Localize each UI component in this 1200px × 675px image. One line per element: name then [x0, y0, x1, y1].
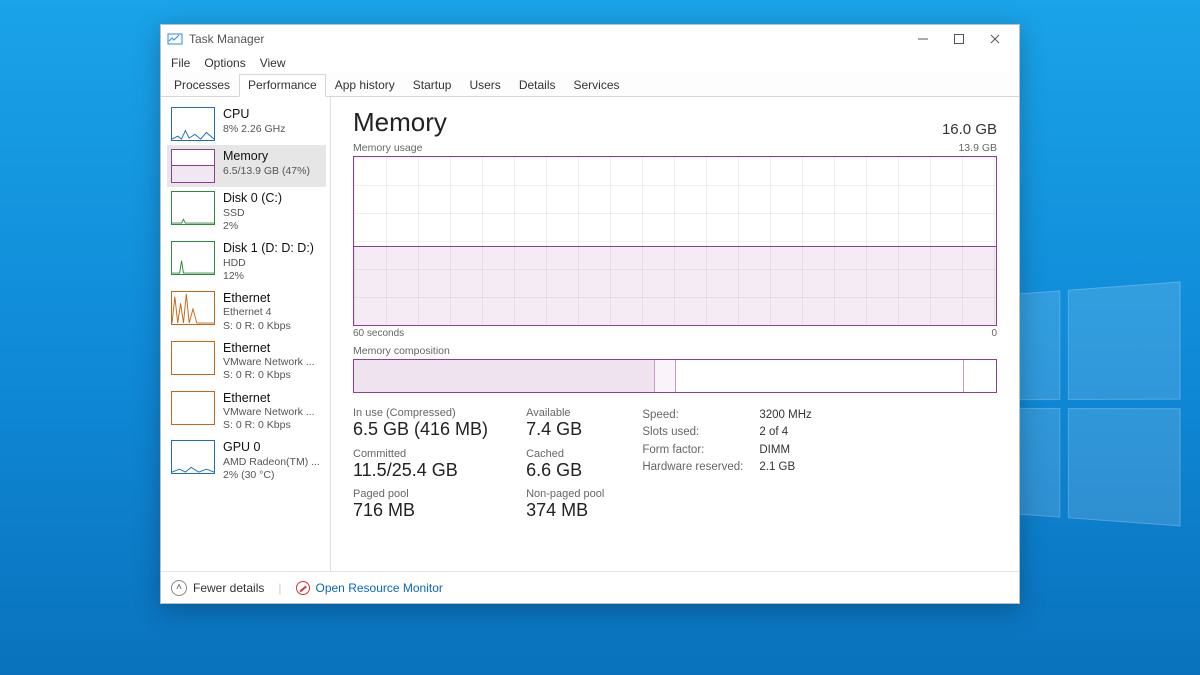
sidebar-item-label: Ethernet	[223, 341, 315, 357]
time-axis-right: 0	[991, 328, 997, 339]
sidebar: CPU8% 2.26 GHz Memory6.5/13.9 GB (47%) D…	[161, 97, 331, 571]
footer: ˄ Fewer details | Open Resource Monitor	[161, 571, 1019, 603]
main-panel: Memory 16.0 GB Memory usage 13.9 GB 60 s…	[331, 97, 1019, 571]
window-title: Task Manager	[189, 32, 264, 46]
cpu-thumb-icon	[171, 107, 215, 141]
memory-usage-chart	[353, 156, 997, 326]
cached-label: Cached	[526, 448, 604, 460]
disk-thumb-icon	[171, 241, 215, 275]
sidebar-item-disk0[interactable]: Disk 0 (C:)SSD2%	[167, 187, 326, 237]
inuse-value: 6.5 GB (416 MB)	[353, 419, 488, 440]
time-axis-left: 60 seconds	[353, 328, 404, 339]
sidebar-item-ethernet-2[interactable]: EthernetVMware Network ...S: 0 R: 0 Kbps	[167, 387, 326, 437]
fewer-details-button[interactable]: ˄ Fewer details	[171, 580, 264, 596]
menu-view[interactable]: View	[260, 56, 286, 70]
task-manager-icon	[167, 31, 183, 47]
sidebar-item-gpu[interactable]: GPU 0AMD Radeon(TM) ...2% (30 °C)	[167, 436, 326, 486]
maximize-button[interactable]	[941, 26, 977, 52]
sidebar-item-memory[interactable]: Memory6.5/13.9 GB (47%)	[167, 145, 326, 187]
tab-processes[interactable]: Processes	[165, 74, 239, 97]
committed-label: Committed	[353, 448, 488, 460]
memory-capacity: 16.0 GB	[942, 121, 997, 138]
nonpaged-value: 374 MB	[526, 500, 604, 521]
sidebar-item-ethernet-1[interactable]: EthernetVMware Network ...S: 0 R: 0 Kbps	[167, 337, 326, 387]
sidebar-item-ethernet-0[interactable]: EthernetEthernet 4S: 0 R: 0 Kbps	[167, 287, 326, 337]
usage-chart-label: Memory usage	[353, 142, 422, 154]
ethernet-thumb-icon	[171, 291, 215, 325]
sidebar-item-label: GPU 0	[223, 440, 320, 456]
minimize-button[interactable]	[905, 26, 941, 52]
tab-strip: Processes Performance App history Startu…	[161, 73, 1019, 97]
menubar: File Options View	[161, 53, 1019, 73]
memory-composition-bar	[353, 359, 997, 393]
usage-chart-max: 13.9 GB	[958, 142, 997, 154]
ethernet-thumb-icon	[171, 341, 215, 375]
inuse-label: In use (Compressed)	[353, 407, 488, 419]
sidebar-item-label: Disk 0 (C:)	[223, 191, 282, 207]
cached-value: 6.6 GB	[526, 460, 604, 481]
tab-app-history[interactable]: App history	[326, 74, 404, 97]
sidebar-item-cpu[interactable]: CPU8% 2.26 GHz	[167, 103, 326, 145]
tab-services[interactable]: Services	[565, 74, 629, 97]
ethernet-thumb-icon	[171, 391, 215, 425]
sidebar-item-label: Ethernet	[223, 291, 291, 307]
chevron-up-icon: ˄	[171, 580, 187, 596]
gpu-thumb-icon	[171, 440, 215, 474]
open-resource-monitor-link[interactable]: Open Resource Monitor	[296, 581, 443, 595]
nonpaged-label: Non-paged pool	[526, 488, 604, 500]
memory-specs: Speed:3200 MHz Slots used:2 of 4 Form fa…	[642, 407, 811, 529]
tab-details[interactable]: Details	[510, 74, 565, 97]
titlebar[interactable]: Task Manager	[161, 25, 1019, 53]
paged-label: Paged pool	[353, 488, 488, 500]
menu-options[interactable]: Options	[204, 56, 245, 70]
page-title: Memory	[353, 107, 447, 138]
tab-performance[interactable]: Performance	[239, 74, 326, 97]
tab-users[interactable]: Users	[460, 74, 509, 97]
committed-value: 11.5/25.4 GB	[353, 460, 488, 481]
sidebar-item-label: CPU	[223, 107, 285, 123]
memory-thumb-icon	[171, 149, 215, 183]
menu-file[interactable]: File	[171, 56, 190, 70]
close-button[interactable]	[977, 26, 1013, 52]
paged-value: 716 MB	[353, 500, 488, 521]
available-label: Available	[526, 407, 604, 419]
composition-label: Memory composition	[353, 345, 997, 357]
disk-thumb-icon	[171, 191, 215, 225]
resource-monitor-icon	[296, 581, 310, 595]
tab-startup[interactable]: Startup	[404, 74, 461, 97]
sidebar-item-label: Disk 1 (D: D: D:)	[223, 241, 314, 257]
sidebar-item-disk1[interactable]: Disk 1 (D: D: D:)HDD12%	[167, 237, 326, 287]
sidebar-item-label: Memory	[223, 149, 310, 165]
available-value: 7.4 GB	[526, 419, 604, 440]
task-manager-window: Task Manager File Options View Processes…	[160, 24, 1020, 604]
sidebar-item-label: Ethernet	[223, 391, 315, 407]
